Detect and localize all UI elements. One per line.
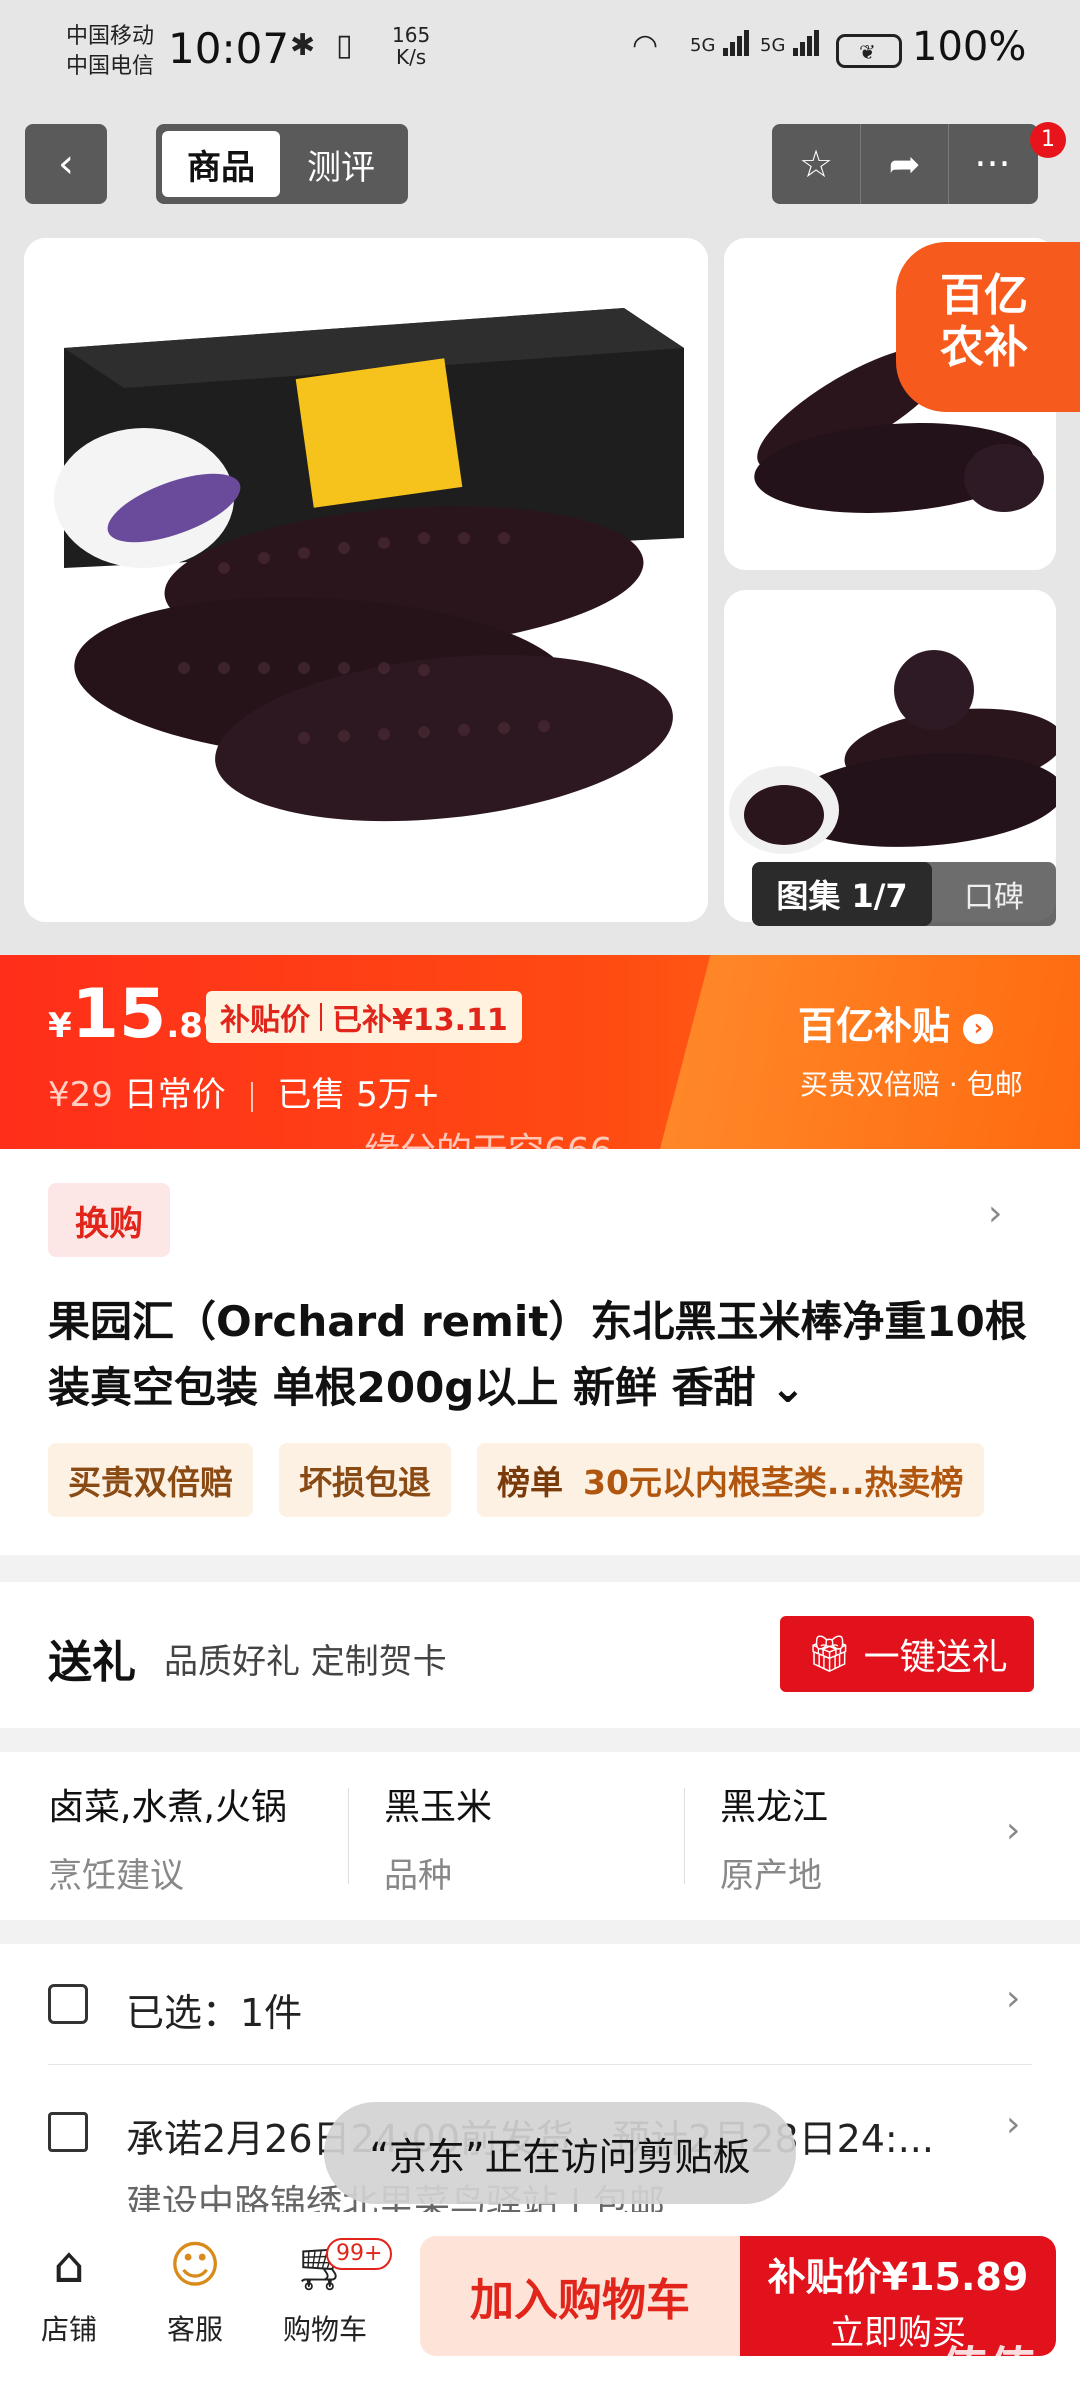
checklist-icon	[48, 1984, 88, 2024]
gift-card: 送礼 品质好礼 定制贺卡 🎁︎ 一键送礼	[0, 1582, 1080, 1728]
notification-badge: 1	[1030, 122, 1066, 158]
divider	[348, 1788, 349, 1884]
chevron-right-icon[interactable]: ›	[1006, 1978, 1020, 2019]
signal-icon: 5G	[760, 30, 820, 56]
clock: 10:07	[168, 24, 290, 73]
more-button[interactable]: ···	[948, 124, 1036, 204]
bottom-action-bar: ⌂ 店铺 ☺ 客服 🛒︎ 购物车 99+ 加入购物车 补贴价¥15.89 立即购…	[0, 2212, 1080, 2400]
tab-goods[interactable]: 商品	[162, 131, 280, 197]
subsidy-tag: 补贴价 已补¥13.11	[206, 991, 522, 1043]
more-icon: ···	[974, 142, 1011, 186]
divider	[684, 1788, 685, 1884]
attribute-variety: 黑玉米 品种	[384, 1787, 493, 1896]
store-icon: ⌂	[53, 2236, 85, 2294]
truck-icon	[48, 2112, 88, 2152]
chevron-right-icon[interactable]: ›	[1006, 2104, 1020, 2145]
add-to-cart-button[interactable]: 加入购物车	[420, 2236, 740, 2356]
divider	[48, 2064, 1032, 2065]
store-button[interactable]: ⌂ 店铺	[14, 2236, 124, 2348]
battery-icon: ❦	[836, 34, 902, 68]
back-button[interactable]: ‹	[25, 124, 107, 204]
gallery-counter[interactable]: 图集 1/7 口碑	[752, 862, 1056, 926]
chevron-down-icon[interactable]: ⌄	[756, 1363, 805, 1412]
attribute-origin: 黑龙江 原产地	[720, 1787, 829, 1896]
gift-subtitle: 品质好礼 定制贺卡	[164, 1642, 447, 1682]
gallery-index[interactable]: 图集 1/7	[752, 862, 932, 926]
price-band: ¥15.89 补贴价 已补¥13.11 ¥29 日常价 已售 5万+ 百亿补贴 …	[0, 955, 1080, 1149]
chevron-left-icon: ‹	[58, 141, 74, 187]
chevron-right-icon[interactable]: ›	[1006, 1810, 1020, 1851]
swap-tag[interactable]: 换购	[48, 1183, 170, 1257]
billion-subsidy-link[interactable]: 百亿补贴 ›	[798, 995, 994, 1050]
selected-quantity[interactable]: 已选：1件	[126, 1982, 302, 2037]
product-main-image[interactable]	[24, 238, 708, 922]
share-button[interactable]: ➦	[860, 124, 948, 204]
gift-title: 送礼	[48, 1637, 136, 1688]
cart-button[interactable]: 🛒︎ 购物车 99+	[270, 2236, 393, 2348]
rural-subsidy-badge: 百亿 农补	[896, 242, 1080, 412]
send-gift-button[interactable]: 🎁︎ 一键送礼	[780, 1616, 1034, 1692]
wifi-icon: ◠	[632, 28, 659, 63]
tab-review[interactable]: 测评	[280, 140, 402, 189]
status-bar: 中国移动 中国电信 10:07 ✱ ▯ 165 K/s ◠ 5G 5G ❦ 10…	[0, 0, 1080, 110]
corn-box-image	[24, 238, 708, 922]
customer-service-button[interactable]: ☺ 客服	[140, 2236, 250, 2348]
vibrate-icon: ▯	[336, 28, 353, 63]
attribute-cooking: 卤菜,水煮,火锅 烹饪建议	[48, 1787, 287, 1896]
tab-bar: 商品 测评	[156, 124, 408, 204]
network-speed: 165 K/s	[392, 23, 431, 69]
chevron-right-icon: ›	[963, 1013, 994, 1044]
bluetooth-icon: ✱	[290, 28, 316, 63]
cart-count-badge: 99+	[326, 2238, 393, 2270]
tag-ranking[interactable]: 榜单 30元以内根茎类...热卖榜	[477, 1443, 984, 1517]
subsidy-panel[interactable]	[660, 955, 1080, 1149]
service-tags: 买贵双倍赔 坏损包退 榜单 30元以内根茎类...热卖榜	[48, 1443, 1010, 1517]
battery-percent: 100%	[912, 24, 1027, 70]
product-info-card: 换购 › 果园汇（Orchard remit）东北黑玉米棒净重10根装真空包装 …	[0, 1149, 1080, 1555]
attributes-card[interactable]: 卤菜,水煮,火锅 烹饪建议 黑玉米 品种 黑龙江 原产地 ›	[0, 1752, 1080, 1920]
favorite-button[interactable]: ☆	[772, 124, 860, 204]
current-price: ¥15.89	[48, 975, 227, 1054]
service-icon: ☺	[168, 2236, 222, 2294]
signal-icon: 5G	[690, 30, 750, 56]
original-price-line: ¥29 日常价 已售 5万+	[48, 1075, 441, 1115]
subsidy-benefits: 买贵双倍赔 · 包邮	[800, 1068, 1023, 1101]
site-watermark-url: zhizhizhi.com	[940, 2380, 1049, 2399]
action-group: ☆ ➦ ···	[772, 124, 1038, 204]
carrier-info: 中国移动 中国电信	[66, 24, 155, 79]
reputation-link[interactable]: 口碑	[932, 872, 1056, 916]
share-icon: ➦	[888, 142, 921, 186]
gift-icon: 🎁︎	[806, 1634, 864, 1675]
tag-damage-refund[interactable]: 坏损包退	[279, 1443, 451, 1517]
star-icon: ☆	[798, 142, 834, 186]
product-title[interactable]: 果园汇（Orchard remit）东北黑玉米棒净重10根装真空包装 单根200…	[48, 1289, 1028, 1421]
clipboard-toast: “京东”正在访问剪贴板	[324, 2102, 796, 2204]
chevron-right-icon[interactable]: ›	[988, 1193, 1002, 1234]
tag-double-compensation[interactable]: 买贵双倍赔	[48, 1443, 253, 1517]
